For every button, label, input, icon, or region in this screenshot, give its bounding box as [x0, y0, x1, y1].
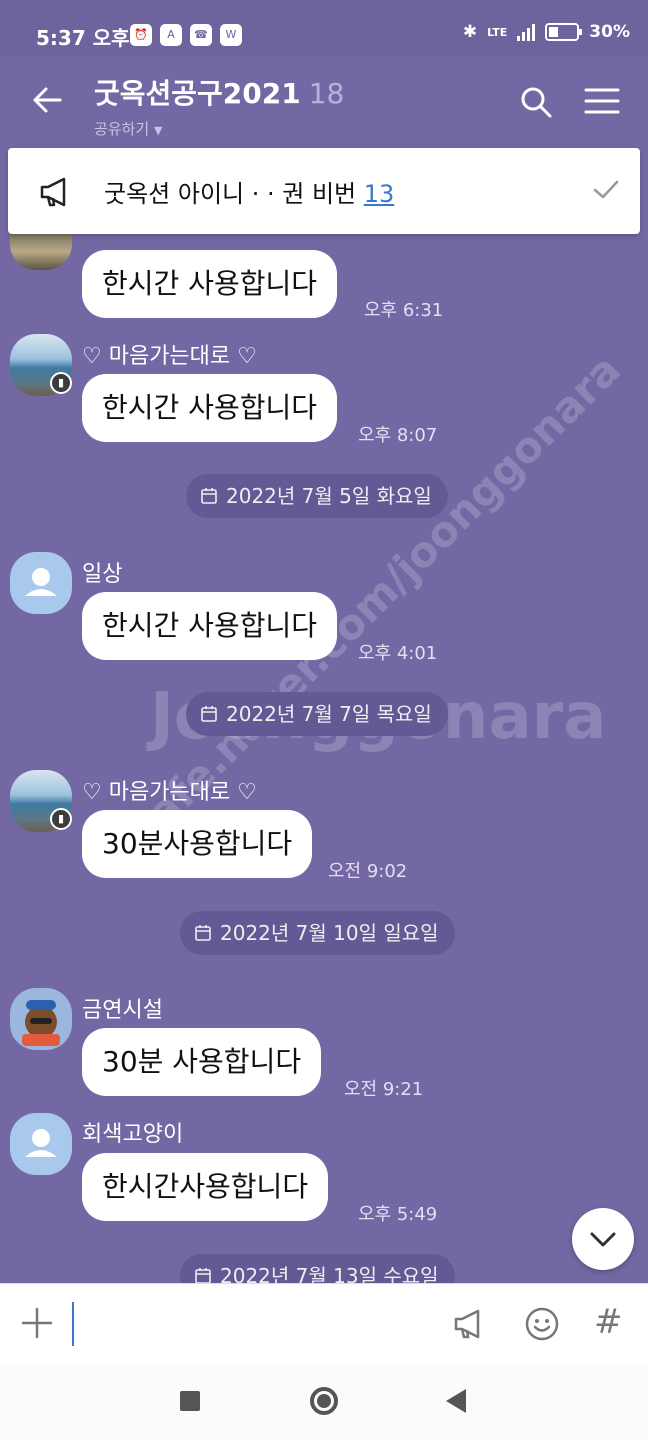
- chat-title-text: 굿옥션공구2021: [94, 77, 301, 110]
- message-bubble[interactable]: 30분 사용합니다: [82, 1028, 322, 1096]
- megaphone-icon[interactable]: [452, 1306, 488, 1342]
- message-time: 오후 8:07: [358, 425, 438, 446]
- avatar[interactable]: [10, 988, 72, 1050]
- chat-title: 굿옥션공구2021 18: [94, 72, 344, 112]
- alarm-icon: ⏰: [130, 24, 152, 46]
- character-avatar-icon: [22, 1000, 60, 1046]
- date-label: 2022년 7월 7일 목요일: [226, 702, 432, 726]
- message-time: 오후 4:01: [358, 643, 438, 664]
- message-bubble[interactable]: 한시간 사용합니다: [82, 592, 337, 660]
- sender-name: 일상: [82, 562, 123, 587]
- sender-name: ♡ 마음가는대로 ♡: [82, 780, 257, 805]
- megaphone-icon: [40, 177, 66, 207]
- date-label: 2022년 7월 10일 일요일: [220, 921, 439, 945]
- bluetooth-icon: ✱: [462, 22, 478, 42]
- chat-header: 굿옥션공구2021 18 공유하기 ▼: [0, 56, 648, 148]
- system-nav-bar: [0, 1363, 648, 1440]
- battery-percent: 30%: [589, 22, 630, 42]
- date-divider: 2022년 7월 10일 일요일: [180, 911, 455, 955]
- airbnb-icon: A: [160, 24, 182, 46]
- calendar-icon: [195, 925, 211, 941]
- share-label: 공유하기: [94, 120, 150, 138]
- home-icon[interactable]: [310, 1387, 338, 1415]
- phone-icon: ☎: [190, 24, 212, 46]
- nav-back-icon[interactable]: [446, 1389, 466, 1413]
- message-input-bar: #: [0, 1283, 648, 1363]
- profile-badge-icon: ▮: [50, 808, 72, 830]
- status-time: 5:37 오후: [36, 26, 130, 50]
- chevron-down-icon: ▼: [153, 124, 163, 137]
- sender-name: 회색고양이: [82, 1122, 184, 1147]
- message-bubble[interactable]: 한시간 사용합니다: [82, 250, 337, 318]
- default-user-icon: [25, 568, 57, 596]
- back-arrow-icon[interactable]: [28, 80, 68, 120]
- message-time: 오전 9:02: [328, 861, 408, 882]
- date-divider: 2022년 7월 5일 화요일: [186, 474, 448, 518]
- sender-name: ♡ 마음가는대로 ♡: [82, 344, 257, 369]
- scroll-to-bottom-button[interactable]: [572, 1208, 634, 1270]
- network-label: LTE: [487, 25, 508, 39]
- sender-name: 금연시설: [82, 998, 163, 1023]
- date-label: 2022년 7월 5일 화요일: [226, 484, 432, 508]
- chat-title-block[interactable]: 굿옥션공구2021 18 공유하기 ▼: [94, 72, 344, 139]
- hashtag-icon[interactable]: #: [594, 1302, 623, 1342]
- search-icon[interactable]: [518, 84, 554, 120]
- chevron-down-icon: [590, 1232, 616, 1247]
- emoji-icon[interactable]: [524, 1306, 560, 1342]
- notice-banner[interactable]: 굿옥션 아이니 · · 권 비번 13: [8, 148, 640, 234]
- date-divider: 2022년 7월 7일 목요일: [186, 692, 448, 736]
- recents-icon[interactable]: [180, 1391, 200, 1411]
- plus-icon[interactable]: [20, 1306, 54, 1340]
- calendar-icon: [201, 706, 217, 722]
- check-icon[interactable]: [592, 178, 620, 202]
- notice-text: 굿옥션 아이니 · · 권 비번 13: [104, 174, 394, 209]
- profile-badge-icon: ▮: [50, 372, 72, 394]
- menu-icon[interactable]: [584, 86, 620, 116]
- message-bubble[interactable]: 30분사용합니다: [82, 810, 313, 878]
- signal-icon: [517, 23, 536, 41]
- avatar[interactable]: [10, 1113, 72, 1175]
- status-notification-icons: ⏰ A ☎ W: [130, 24, 242, 46]
- calendar-icon: [201, 488, 217, 504]
- status-bar: 5:37 오후 ⏰ A ☎ W ✱ LTE 30%: [0, 0, 648, 56]
- message-bubble[interactable]: 한시간사용합니다: [82, 1153, 329, 1221]
- message-time: 오전 9:21: [344, 1079, 424, 1100]
- notice-body: 굿옥션 아이니 · · 권 비번: [104, 180, 364, 208]
- message-time: 오후 6:31: [364, 300, 444, 321]
- share-dropdown[interactable]: 공유하기 ▼: [94, 118, 344, 139]
- message-input[interactable]: [72, 1302, 74, 1346]
- battery-icon: [545, 23, 583, 41]
- message-bubble[interactable]: 한시간 사용합니다: [82, 374, 337, 442]
- notice-link[interactable]: 13: [364, 180, 395, 208]
- avatar[interactable]: [10, 552, 72, 614]
- message-time: 오후 5:49: [358, 1204, 438, 1225]
- app-icon: W: [220, 24, 242, 46]
- default-user-icon: [25, 1129, 57, 1157]
- member-count: 18: [308, 77, 345, 110]
- status-right: ✱ LTE 30%: [463, 22, 630, 42]
